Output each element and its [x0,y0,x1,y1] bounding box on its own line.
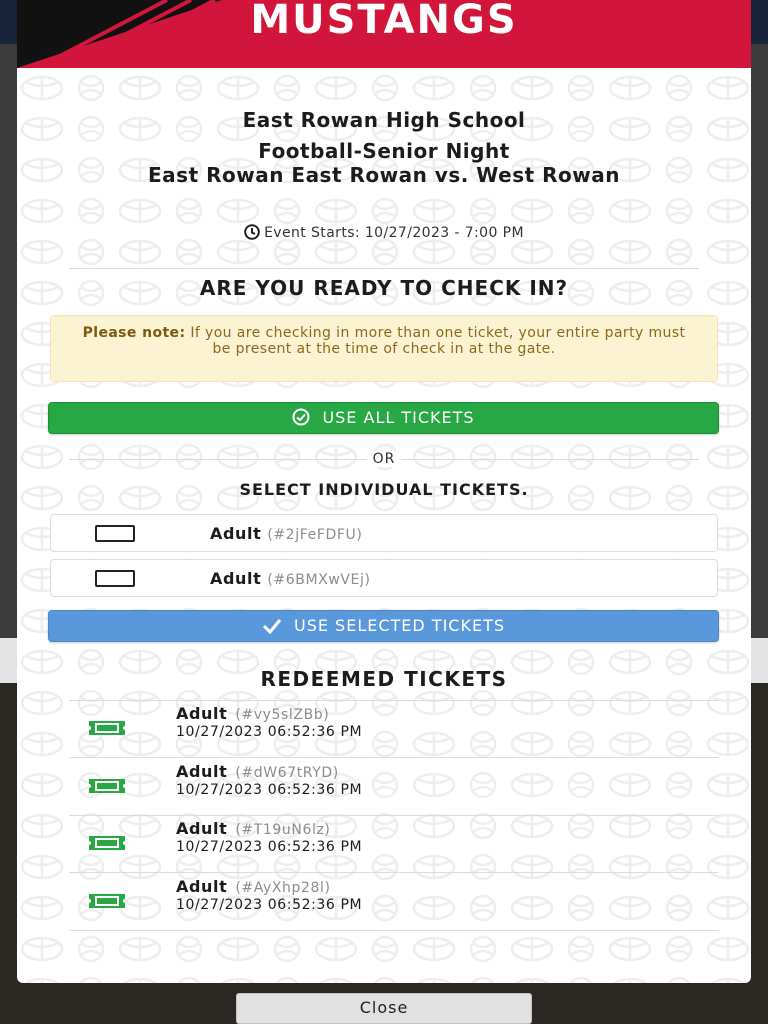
event-start-text: Event Starts: 10/27/2023 - 7:00 PM [264,225,524,241]
redeemed-ticket-time: 10/27/2023 06:52:36 PM [176,724,363,740]
checkin-heading: ARE YOU READY TO CHECK IN? [199,276,569,300]
redeemed-ticket-name: Adult (#vy5slZBb) [176,704,330,723]
ticket-row[interactable]: Adult (#6BMXwVEj) [50,559,718,597]
select-tickets-heading: SELECT INDIVIDUAL TICKETS. [239,480,529,499]
checkmark-icon [262,619,282,634]
checkin-modal: MUSTANGS East Rowan High School Football… [17,0,751,983]
use-selected-tickets-label: USE SELECTED TICKETS [293,616,505,635]
redeemed-ticket-row: Adult (#dW67tRYD) 10/27/2023 06:52:36 PM [69,758,719,815]
clock-icon [244,224,260,240]
redeemed-ticket-name: Adult (#T19uN6lz) [176,819,331,838]
close-button[interactable]: Close [236,993,532,1024]
redeemed-ticket-row: Adult (#T19uN6lz) 10/27/2023 06:52:36 PM [69,815,719,872]
note-label: Please note: [82,325,186,341]
party-note-alert: Please note: If you are checking in more… [50,315,718,382]
ticket-icon [89,721,125,735]
redeemed-ticket-name: Adult (#dW67tRYD) [176,762,339,781]
use-all-tickets-button[interactable]: USE ALL TICKETS [48,402,719,434]
redeemed-heading: REDEEMED TICKETS [260,667,508,691]
redeemed-ticket-time: 10/27/2023 06:52:36 PM [176,897,363,913]
or-label: OR [17,451,751,467]
ticket-checkbox[interactable] [95,525,135,542]
redeemed-ticket-time: 10/27/2023 06:52:36 PM [176,782,363,798]
redeemed-ticket-time: 10/27/2023 06:52:36 PM [176,839,363,855]
use-all-tickets-label: USE ALL TICKETS [322,408,475,427]
ticket-label: Adult (#2jFeFDFU) [210,524,363,543]
ticket-icon [89,779,125,793]
ticket-icon [89,894,125,908]
ticket-label: Adult (#6BMXwVEj) [210,569,371,588]
use-selected-tickets-button[interactable]: USE SELECTED TICKETS [48,610,719,642]
event-matchup: East Rowan East Rowan vs. West Rowan [148,163,620,187]
redeemed-ticket-name: Adult (#AyXhp28l) [176,877,331,896]
event-name: Football-Senior Night [258,139,510,163]
ticket-icon [89,836,125,850]
event-start-time: Event Starts: 10/27/2023 - 7:00 PM [17,224,751,241]
school-name: East Rowan High School [242,108,526,132]
redeemed-ticket-row: Adult (#vy5slZBb) 10/27/2023 06:52:36 PM [69,700,719,757]
ticket-row[interactable]: Adult (#2jFeFDFU) [50,514,718,552]
redeemed-ticket-row: Adult (#AyXhp28l) 10/27/2023 06:52:36 PM [69,873,719,930]
ticket-checkbox[interactable] [95,570,135,587]
check-circle-icon [292,408,310,426]
note-text: If you are checking in more than one tic… [185,325,686,357]
divider [69,268,699,269]
divider [69,930,719,931]
